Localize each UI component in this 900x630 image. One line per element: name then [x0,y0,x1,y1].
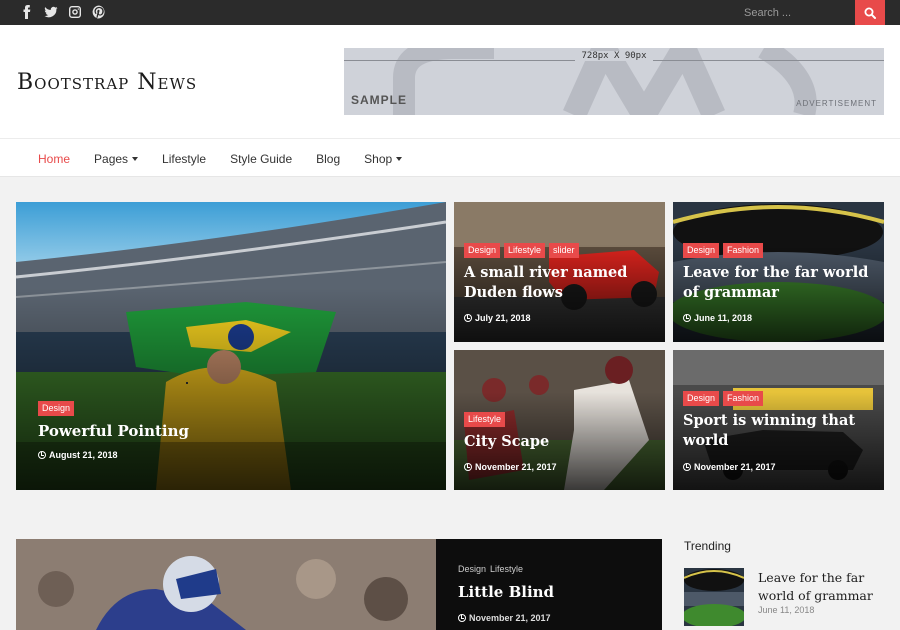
site-logo[interactable]: Bootstrap News [17,70,197,95]
nav-item-home[interactable]: Home [38,152,70,166]
trending-thumbnail[interactable] [684,568,744,626]
nav-item-shop[interactable]: Shop [364,152,403,166]
featured-card-2[interactable]: Design Fashion Leave for the far world o… [673,202,884,342]
nav-item-blog[interactable]: Blog [316,152,340,166]
clock-icon [683,463,691,471]
latest-post-title[interactable]: Little Blind [458,583,554,601]
featured-card-3[interactable]: Lifestyle City Scape November 21, 2017 [454,350,665,490]
pinterest-icon[interactable] [92,5,106,19]
nav-item-lifestyle[interactable]: Lifestyle [162,152,206,166]
football-player-image [16,539,436,630]
category-badge[interactable]: Lifestyle [504,243,546,258]
trending-heading: Trending [684,539,731,553]
main-nav: Home Pages Lifestyle Style Guide Blog Sh… [0,138,900,177]
ad-banner[interactable]: 728px X 90px SAMPLE ADVERTISEMENT [344,48,884,115]
featured-card-1[interactable]: Design Lifestyle slider A small river na… [454,202,665,342]
latest-post-image[interactable] [16,539,436,630]
featured-main-card[interactable]: Design Powerful Pointing August 21, 2018 [16,202,446,490]
clock-icon [464,463,472,471]
search-input[interactable] [736,0,854,25]
trending-item-date: June 11, 2018 [758,605,815,615]
ad-size-label: 728px X 90px [344,51,884,61]
card-title[interactable]: Leave for the far world of grammar [683,263,878,303]
card-categories: Lifestyle [464,412,506,427]
card-title[interactable]: Sport is winning that world [683,411,878,451]
nav-item-style-guide[interactable]: Style Guide [230,152,292,166]
card-categories: Design [38,401,75,416]
card-date: November 21, 2017 [683,462,776,472]
search-icon [864,7,876,19]
category-link[interactable]: Design [458,564,486,574]
clock-icon [38,451,46,459]
category-badge[interactable]: Design [683,391,720,406]
card-categories: Design Fashion [683,243,764,258]
facebook-icon[interactable] [20,5,34,19]
card-date: November 21, 2017 [464,462,557,472]
category-badge[interactable]: Fashion [723,243,764,258]
clock-icon [683,314,691,322]
stadium-thumbnail [684,568,744,626]
category-badge[interactable]: Fashion [723,391,764,406]
card-title[interactable]: City Scape [464,432,659,452]
search-button[interactable] [855,0,885,25]
caret-down-icon [132,156,139,161]
category-badge[interactable]: slider [549,243,579,258]
category-badge[interactable]: Lifestyle [464,412,506,427]
card-categories: Design Fashion [683,391,764,406]
social-links [20,5,106,19]
latest-post-panel[interactable]: Design Lifestyle Little Blind November 2… [436,539,662,630]
site-header: Bootstrap News 728px X 90px SAMPLE ADVER… [0,25,900,138]
latest-post-date: November 21, 2017 [458,613,551,623]
caret-down-icon [396,156,403,161]
trending-item-title[interactable]: Leave for the far world of grammar [758,569,888,605]
search-box [736,0,854,25]
clock-icon [464,314,472,322]
latest-post-categories: Design Lifestyle [458,564,523,574]
card-date: August 21, 2018 [38,450,118,460]
category-badge[interactable]: Design [683,243,720,258]
featured-card-4[interactable]: Design Fashion Sport is winning that wor… [673,350,884,490]
card-date: July 21, 2018 [464,313,531,323]
twitter-icon[interactable] [44,5,58,19]
category-badge[interactable]: Design [38,401,75,416]
clock-icon [458,614,466,622]
nav-item-pages[interactable]: Pages [94,152,139,166]
ad-sample-text: SAMPLE [351,93,408,107]
ad-label: ADVERTISEMENT [796,99,877,108]
category-badge[interactable]: Design [464,243,501,258]
card-date: June 11, 2018 [683,313,752,323]
card-categories: Design Lifestyle slider [464,243,579,258]
card-title[interactable]: A small river named Duden flows [464,263,659,303]
category-link[interactable]: Lifestyle [490,564,523,574]
instagram-icon[interactable] [68,5,82,19]
card-title[interactable]: Powerful Pointing [38,421,189,441]
top-bar [0,0,900,25]
